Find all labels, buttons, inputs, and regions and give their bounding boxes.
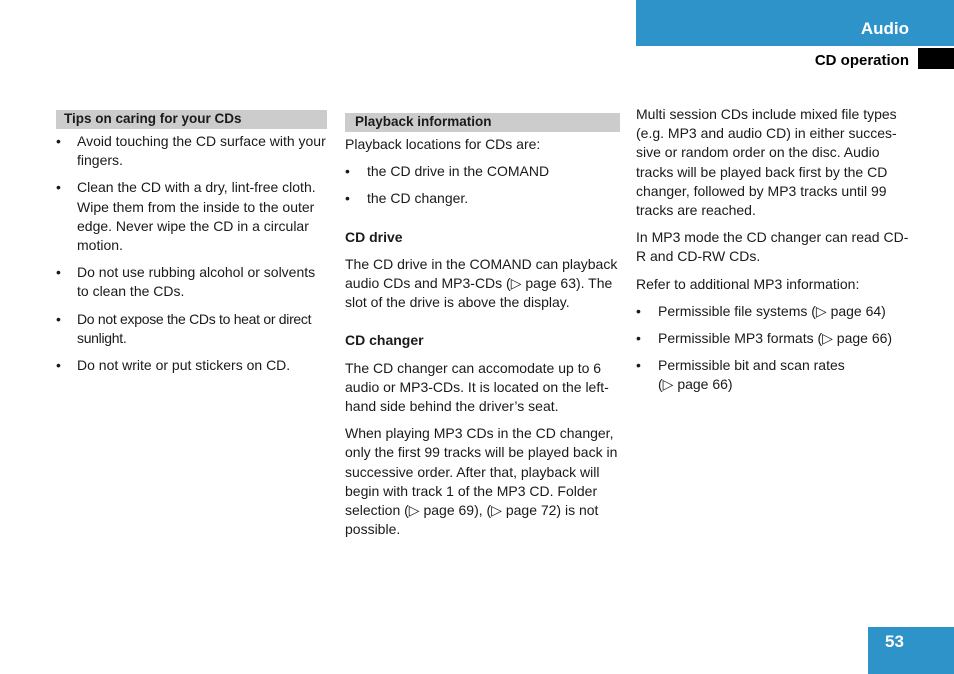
subsection-title: CD operation xyxy=(814,52,909,69)
list-item: • the CD drive in the COMAND xyxy=(345,162,619,181)
bullet-icon: • xyxy=(636,357,641,374)
list-item: • Do not write or put stickers on CD. xyxy=(56,356,328,375)
cd-changer-heading: CD changer xyxy=(345,332,424,349)
page-reference-link[interactable]: Permissible MP3 formats (▷ page 66) xyxy=(658,330,892,346)
cd-changer-text-2: When playing MP3 CDs in the CD changer, … xyxy=(345,425,618,538)
list-item: • Permissible MP3 formats (▷ page 66) xyxy=(636,329,914,348)
cd-drive-text: The CD drive in the COMAND can playback … xyxy=(345,255,618,311)
bullet-icon: • xyxy=(345,190,350,207)
playback-locations-list: • the CD drive in the COMAND • the CD ch… xyxy=(345,162,619,208)
mp3-refer-text: Refer to additional MP3 information: xyxy=(636,275,860,292)
page-number-box: 53 xyxy=(868,627,954,674)
list-item: • Avoid touching the CD surface with you… xyxy=(56,133,326,169)
list-item: • Permissible file systems (▷ page 64) xyxy=(636,302,914,321)
bullet-icon: • xyxy=(345,163,350,180)
care-tips-list: • Avoid touching the CD surface with you… xyxy=(56,132,328,375)
list-item: • Permissible bit and scan rates (▷ page… xyxy=(636,356,914,394)
list-item: • Clean the CD with a dry, lint-free clo… xyxy=(56,179,316,254)
page-reference-link[interactable]: Permissible file systems (▷ page 64) xyxy=(658,303,886,319)
section-title: Audio xyxy=(860,19,909,38)
bullet-icon: • xyxy=(56,264,61,281)
cd-changer-text-1: The CD changer can accomodate up to 6 au… xyxy=(345,359,609,415)
bullet-icon: • xyxy=(56,179,61,196)
bullet-icon: • xyxy=(636,330,641,347)
mp3-mode-text: In MP3 mode the CD changer can read CD-R… xyxy=(636,229,909,265)
list-item: • Do not expose the CDs to heat or direc… xyxy=(56,310,312,346)
mp3-info-list: • Permissible file systems (▷ page 64) •… xyxy=(636,302,914,395)
cd-drive-heading: CD drive xyxy=(345,228,403,245)
bullet-icon: • xyxy=(56,133,61,149)
page-number: 53 xyxy=(885,632,904,651)
multisession-text: Multi session CDs include mixed file typ… xyxy=(636,106,897,219)
thumb-tab-marker xyxy=(918,48,954,69)
playback-intro: Playback locations for CDs are: xyxy=(345,136,541,152)
playback-info-heading: Playback information xyxy=(345,113,620,132)
care-tips-heading: Tips on caring for your CDs xyxy=(56,110,327,129)
list-item: • Do not use rubbing alcohol or solvents… xyxy=(56,264,316,300)
list-item: • the CD changer. xyxy=(345,189,619,208)
bullet-icon: • xyxy=(636,302,641,319)
page-reference-link[interactable]: Permissible bit and scan rates (▷ page 6… xyxy=(658,357,845,392)
bullet-icon: • xyxy=(56,310,61,327)
bullet-icon: • xyxy=(56,357,61,374)
